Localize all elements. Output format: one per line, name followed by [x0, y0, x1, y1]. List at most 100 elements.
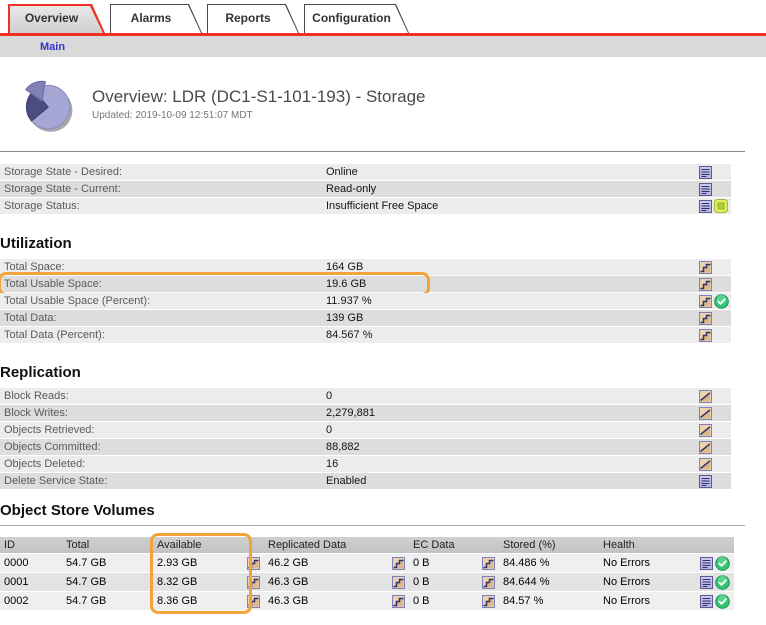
ldr-storage-page: OverviewAlarmsReportsConfiguration Main …: [0, 0, 766, 625]
chart-step-icon[interactable]: [482, 595, 495, 608]
attribute-icons: [699, 261, 731, 274]
cell-value: 0 B: [413, 557, 430, 569]
table-cell: 0000: [0, 557, 62, 569]
chart-trend-icon[interactable]: [699, 424, 712, 437]
cell-value: 8.36 GB: [157, 595, 197, 607]
breadcrumb: Main: [0, 36, 766, 57]
table-row: 000154.7 GB8.32 GB46.3 GB0 B84.644 %No E…: [0, 573, 734, 591]
chart-trend-icon[interactable]: [699, 407, 712, 420]
chart-step-icon[interactable]: [699, 261, 712, 274]
attribute-icons: [699, 278, 731, 291]
column-header-health: Health: [599, 539, 734, 551]
table-cell: 46.3 GB: [264, 576, 409, 589]
attribute-label: Total Usable Space (Percent):: [4, 295, 326, 307]
chart-step-icon[interactable]: [247, 576, 260, 589]
table-cell: No Errors: [599, 594, 734, 609]
cell-icons: [700, 594, 730, 609]
attribute-value: 16: [326, 458, 699, 470]
attribute-icons: [699, 312, 731, 325]
text-report-icon[interactable]: [700, 595, 713, 608]
cell-icons: [247, 576, 260, 589]
attribute-icons: [699, 441, 731, 454]
title-block: Overview: LDR (DC1-S1-101-193) - Storage…: [92, 87, 426, 121]
text-report-icon[interactable]: [699, 475, 712, 488]
cell-icons: [482, 595, 495, 608]
tab-label: Configuration: [304, 4, 409, 32]
cell-value: 54.7 GB: [66, 595, 106, 607]
status-ok-icon: [714, 294, 729, 309]
cell-value: 8.32 GB: [157, 576, 197, 588]
attribute-value: Insufficient Free Space: [326, 200, 699, 212]
cell-icons: [482, 576, 495, 589]
chart-step-icon[interactable]: [482, 576, 495, 589]
chart-step-icon[interactable]: [699, 329, 712, 342]
attribute-value: 84.567 %: [326, 329, 699, 341]
table-cell: 0 B: [409, 557, 499, 570]
attribute-label: Objects Committed:: [4, 441, 326, 453]
cell-value: No Errors: [603, 595, 650, 607]
cell-icons: [247, 595, 260, 608]
attribute-value: 164 GB: [326, 261, 699, 273]
attribute-icons: [699, 183, 731, 196]
tab-configuration[interactable]: Configuration: [304, 4, 409, 33]
attribute-icons: [699, 199, 731, 213]
notice-led-icon: [714, 199, 728, 213]
text-report-icon[interactable]: [699, 200, 712, 213]
attribute-label: Total Space:: [4, 261, 326, 273]
column-header-available: Available: [153, 539, 264, 551]
cell-value: 46.3 GB: [268, 576, 308, 588]
attribute-value: Online: [326, 166, 699, 178]
chart-step-icon[interactable]: [392, 576, 405, 589]
attribute-row: Storage Status:Insufficient Free Space: [0, 198, 731, 214]
chart-trend-icon[interactable]: [699, 441, 712, 454]
attribute-value: 139 GB: [326, 312, 699, 324]
chart-step-icon[interactable]: [699, 295, 712, 308]
tab-reports[interactable]: Reports: [207, 4, 299, 33]
attribute-value: 11.937 %: [326, 295, 699, 307]
column-header-stored-: Stored (%): [499, 539, 599, 551]
cell-value: 46.2 GB: [268, 557, 308, 569]
column-header-total: Total: [62, 539, 153, 551]
cell-icons: [392, 595, 405, 608]
text-report-icon[interactable]: [699, 166, 712, 179]
chart-trend-icon[interactable]: [699, 390, 712, 403]
text-report-icon[interactable]: [700, 576, 713, 589]
table-cell: 54.7 GB: [62, 576, 153, 588]
cell-icons: [700, 556, 730, 571]
attribute-row: Storage State - Desired:Online: [0, 164, 731, 180]
attribute-icons: [699, 294, 731, 309]
chart-step-icon[interactable]: [247, 557, 260, 570]
status-ok-icon: [715, 575, 730, 590]
table-cell: 2.93 GB: [153, 557, 264, 570]
chart-step-icon[interactable]: [699, 312, 712, 325]
chart-step-icon[interactable]: [392, 557, 405, 570]
attribute-value: 19.6 GB: [326, 278, 699, 290]
chart-step-icon[interactable]: [699, 278, 712, 291]
cell-value: 0000: [4, 557, 28, 569]
table-cell: 84.644 %: [499, 576, 599, 588]
table-cell: 54.7 GB: [62, 557, 153, 569]
chart-step-icon[interactable]: [247, 595, 260, 608]
attribute-row: Total Usable Space (Percent):11.937 %: [0, 293, 731, 309]
text-report-icon[interactable]: [699, 183, 712, 196]
attribute-row: Objects Deleted:16: [0, 456, 731, 472]
cell-value: 0 B: [413, 576, 430, 588]
tab-alarms[interactable]: Alarms: [110, 4, 202, 33]
attribute-icons: [699, 390, 731, 403]
chart-step-icon[interactable]: [392, 595, 405, 608]
table-row: 000054.7 GB2.93 GB46.2 GB0 B84.486 %No E…: [0, 554, 734, 572]
tab-overview[interactable]: Overview: [8, 4, 105, 33]
attribute-row: Total Space:164 GB: [0, 259, 731, 275]
cell-value: 46.3 GB: [268, 595, 308, 607]
attribute-label: Total Data:: [4, 312, 326, 324]
chart-step-icon[interactable]: [482, 557, 495, 570]
attribute-row: Total Usable Space:19.6 GB: [0, 276, 731, 292]
chart-trend-icon[interactable]: [699, 458, 712, 471]
status-ok-icon: [715, 556, 730, 571]
breadcrumb-main-link[interactable]: Main: [40, 41, 65, 53]
table-cell: 46.3 GB: [264, 595, 409, 608]
text-report-icon[interactable]: [700, 557, 713, 570]
page-title: Overview: LDR (DC1-S1-101-193) - Storage: [92, 87, 426, 107]
table-cell: 8.32 GB: [153, 576, 264, 589]
cell-value: 0001: [4, 576, 28, 588]
